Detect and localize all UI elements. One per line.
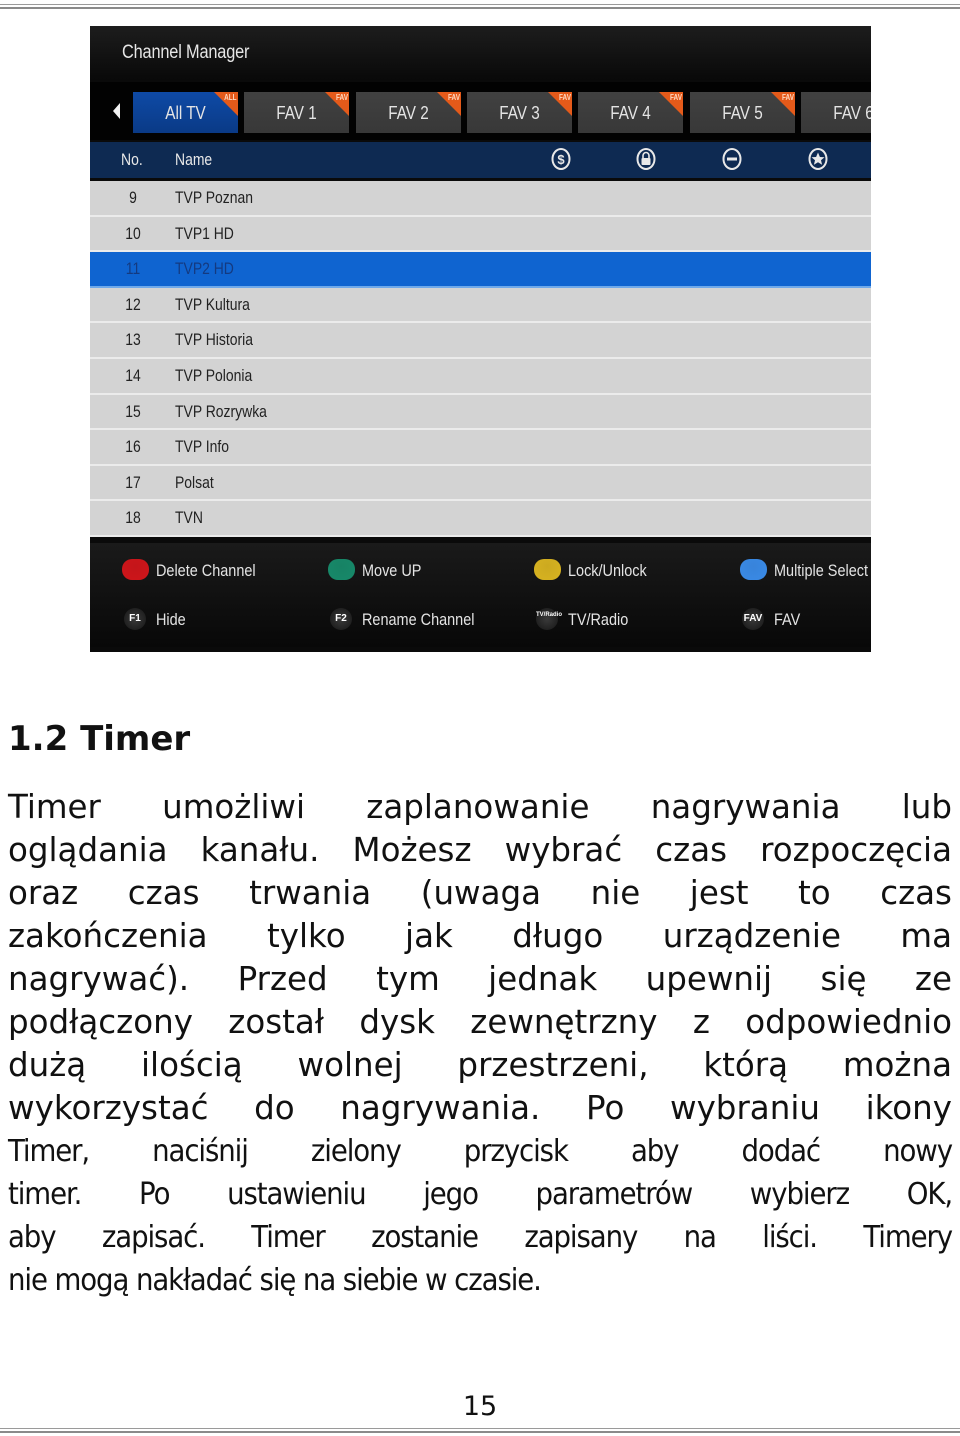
column-header-no: No. (121, 150, 143, 169)
section-paragraph: Timer umożliwi zaplanowanie nagrywania l… (8, 786, 953, 1302)
tab-label: FAV 6 (833, 103, 871, 123)
tab-fav-2[interactable]: FAV 2 FAV (355, 92, 461, 133)
channel-number: 10 (125, 223, 141, 243)
tab-fav-6[interactable]: FAV 6 (800, 92, 871, 133)
paragraph-line: oglądania kanału. Możesz wybrać czas roz… (8, 831, 952, 869)
channel-number: 12 (125, 294, 141, 314)
channel-number: 9 (129, 188, 137, 207)
channel-row[interactable]: 13 TVP Historia (90, 323, 871, 359)
channel-number: 14 (125, 365, 141, 385)
channel-name: TVN (175, 508, 203, 528)
tab-fav-3[interactable]: FAV 3 FAV (466, 92, 572, 133)
tab-fav-1[interactable]: FAV 1 FAV (244, 92, 350, 133)
tab-fav-5[interactable]: FAV 5 FAV (689, 92, 795, 133)
star-icon (808, 148, 828, 170)
channel-number: 17 (125, 472, 141, 492)
channel-number: 11 (125, 259, 141, 279)
channel-row[interactable]: 12 TVP Kultura (90, 287, 871, 324)
function-key-icon: TV/Radio (536, 608, 562, 630)
paragraph-line: wykorzystać do nagrywania. Po wybraniu i… (8, 1089, 952, 1127)
channel-row[interactable]: 17 Polsat (90, 465, 871, 502)
function-key-icon: F2 (330, 608, 352, 630)
tab-badge-text: ALL (224, 93, 237, 102)
paragraph-line: dużą ilością wolnej przestrzeni, którą m… (8, 1046, 952, 1084)
lock-icon (636, 148, 656, 170)
function-key-icon: FAV (742, 608, 764, 630)
channel-list: 9 TVP Poznan 10 TVP1 HD 11 TVP2 HD 12 TVP Kultu… (90, 181, 871, 537)
footer-rule (0, 1428, 960, 1429)
function-key-icon: F1 (124, 608, 146, 630)
paragraph-line: nagrywać). Przed tym jednak upewnij się … (8, 960, 952, 998)
tab-badge-text: FAV (781, 93, 794, 102)
help-label: Rename Channel (362, 610, 475, 629)
title-bar: Channel Manager (90, 26, 871, 80)
help-label: Multiple Select (774, 561, 868, 580)
channel-number: 16 (125, 437, 141, 457)
color-key-icon (122, 559, 149, 580)
paragraph-line: podłączony został dysk zewnętrzny z odpo… (8, 1003, 952, 1041)
header-rule-thick (0, 7, 960, 9)
channel-row[interactable]: 11 TVP2 HD (90, 252, 871, 288)
minus-icon (722, 148, 742, 170)
channel-number: 18 (125, 508, 141, 528)
tab-badge-text: FAV (670, 93, 683, 102)
channel-name: TVP Info (175, 437, 229, 457)
channel-number: 13 (125, 330, 141, 350)
channel-number: 15 (125, 401, 141, 421)
paragraph-line: aby zapisać. Timer zostanie zapisany na … (8, 1220, 953, 1255)
list-header: No. Name $ (90, 142, 871, 178)
channel-row[interactable]: 9 TVP Poznan (90, 181, 871, 217)
channel-row[interactable]: 14 TVP Polonia (90, 358, 871, 395)
channel-name: TVP2 HD (175, 259, 234, 279)
channel-row[interactable]: 10 TVP1 HD (90, 216, 871, 253)
channel-row[interactable]: 18 TVN (90, 501, 871, 537)
dollar-icon: $ (551, 148, 571, 170)
tab-badge-text: FAV (336, 93, 349, 102)
paragraph-line: oraz czas trwania (uwaga nie jest to cza… (8, 874, 952, 912)
paragraph-line: nie mogą nakładać się na siebie w czasie… (8, 1263, 542, 1298)
channel-name: TVP Polonia (175, 365, 253, 385)
footer-rule-thick (0, 1431, 960, 1433)
chevron-left-icon[interactable] (113, 103, 120, 119)
channel-name: TVP Poznan (175, 188, 254, 207)
color-key-icon (328, 559, 355, 580)
tab-bar: All TV ALL FAV 1 FAV FAV 2 FAV FAV 3 FAV FAV 4 FA… (90, 82, 871, 140)
paragraph-line: timer. Po ustawieniu jego parametrów wyb… (8, 1177, 953, 1212)
help-label: TV/Radio (568, 610, 629, 629)
section-title: 1.2 Timer (8, 719, 191, 759)
channel-name: Polsat (175, 472, 214, 492)
header-rule (0, 4, 960, 5)
help-label: Move UP (362, 561, 422, 580)
column-header-name: Name (175, 150, 213, 169)
window-title: Channel Manager (122, 42, 250, 63)
color-key-icon (740, 559, 767, 580)
channel-name: TVP Rozrywka (175, 401, 267, 421)
help-label: FAV (774, 610, 801, 629)
tab-badge-text: FAV (447, 93, 460, 102)
svg-text:$: $ (557, 152, 565, 167)
help-label: Delete Channel (156, 561, 256, 580)
page-number: 15 (462, 1391, 498, 1422)
help-bar: Delete Channel Move UP Lock/Unlock Multiple… (90, 543, 871, 647)
channel-name: TVP1 HD (175, 223, 234, 243)
channel-row[interactable]: 16 TVP Info (90, 430, 871, 466)
channel-name: TVP Historia (175, 330, 253, 350)
channel-manager-screenshot: Channel Manager All TV ALL FAV 1 FAV FAV 2 FA… (90, 26, 871, 652)
tab-all-tv[interactable]: All TV ALL (133, 92, 238, 133)
color-key-icon (534, 559, 561, 580)
channel-name: TVP Kultura (175, 294, 250, 314)
tab-fav-4[interactable]: FAV 4 FAV (578, 92, 684, 133)
paragraph-line: Timer, naciśnij zielony przycisk aby dod… (8, 1134, 953, 1169)
paragraph-line: Timer umożliwi zaplanowanie nagrywania l… (8, 788, 952, 826)
tab-badge-text: FAV (558, 93, 571, 102)
help-label: Lock/Unlock (568, 561, 647, 580)
help-label: Hide (156, 610, 186, 629)
channel-row[interactable]: 15 TVP Rozrywka (90, 394, 871, 431)
paragraph-line: zakończenia tylko jak długo urządzenie m… (8, 917, 952, 955)
